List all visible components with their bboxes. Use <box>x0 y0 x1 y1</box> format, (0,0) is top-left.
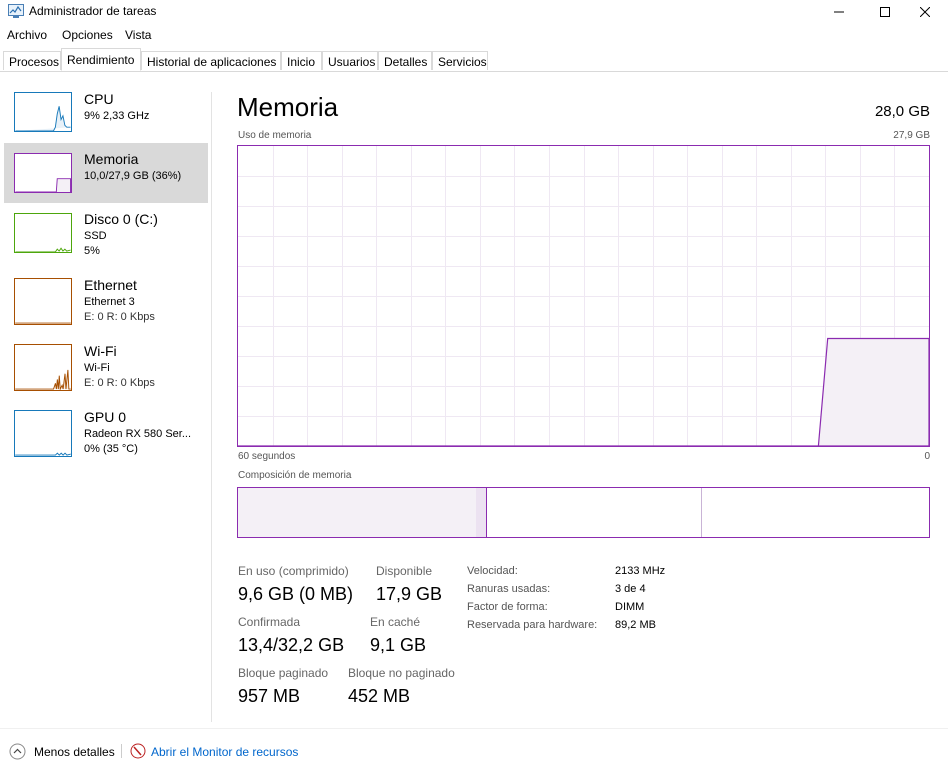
committed-value: 13,4/32,2 GB <box>238 635 345 655</box>
speed-label: Velocidad: <box>467 565 518 577</box>
sidebar-item-detail: Ethernet 3 <box>84 296 135 308</box>
tab-detalles[interactable]: Detalles <box>378 51 432 70</box>
sidebar-item-memoria[interactable]: Memoria 10,0/27,9 GB (36%) <box>4 143 208 203</box>
minimize-button[interactable] <box>816 0 862 24</box>
tab-rendimiento[interactable]: Rendimiento <box>61 48 141 71</box>
sidebar-item-label: GPU 0 <box>84 409 127 425</box>
cached-label: En caché <box>370 615 421 629</box>
wifi-thumbnail <box>14 344 72 391</box>
sidebar-item-ethernet[interactable]: Ethernet Ethernet 3 E: 0 R: 0 Kbps <box>4 271 208 331</box>
time-axis-start: 60 segundos <box>238 451 296 462</box>
time-axis-end: 0 <box>924 451 930 462</box>
tab-historial[interactable]: Historial de aplicaciones <box>141 51 281 70</box>
sidebar-item-detail: 5% <box>84 245 100 257</box>
committed-label: Confirmada <box>238 615 301 629</box>
composition-in-use <box>238 488 477 537</box>
task-manager-icon <box>8 4 24 18</box>
form-factor-label: Factor de forma: <box>467 601 548 613</box>
sidebar-item-detail: E: 0 R: 0 Kbps <box>84 377 155 389</box>
cached-value: 9,1 GB <box>370 635 427 655</box>
sidebar-item-label: Wi-Fi <box>84 343 117 359</box>
form-factor-value: DIMM <box>615 601 645 613</box>
gpu-thumbnail <box>14 410 72 457</box>
window-title: Administrador de tareas <box>29 4 157 18</box>
tab-servicios[interactable]: Servicios <box>432 51 488 70</box>
disk-thumbnail <box>14 213 72 253</box>
close-button[interactable] <box>902 0 948 24</box>
memory-thumbnail <box>14 153 72 193</box>
speed-value: 2133 MHz <box>615 565 666 577</box>
panel-divider[interactable] <box>211 92 212 722</box>
sidebar-item-label: Ethernet <box>84 277 137 293</box>
sidebar-item-detail: E: 0 R: 0 Kbps <box>84 311 155 323</box>
cpu-thumbnail <box>14 92 72 132</box>
footer-separator <box>121 744 122 758</box>
composition-modified <box>476 488 487 537</box>
maximize-icon <box>880 7 890 17</box>
page-title: Memoria <box>237 92 339 122</box>
menu-opciones[interactable]: Opciones <box>62 28 113 42</box>
in-use-label: En uso (comprimido) <box>238 564 349 578</box>
menu-vista[interactable]: Vista <box>125 28 151 42</box>
graph-max-label: 27,9 GB <box>893 130 930 141</box>
chevron-up-icon[interactable] <box>9 743 26 765</box>
open-resource-monitor-link[interactable]: Abrir el Monitor de recursos <box>151 745 298 759</box>
memory-usage-chart <box>237 145 930 447</box>
menu-bar: Archivo Opciones Vista <box>0 26 948 46</box>
total-memory: 28,0 GB <box>874 103 930 120</box>
tab-usuarios[interactable]: Usuarios <box>322 51 378 70</box>
less-details-button[interactable]: Menos detalles <box>34 745 115 759</box>
tab-inicio[interactable]: Inicio <box>281 51 322 70</box>
close-icon <box>920 7 930 17</box>
in-use-value: 9,6 GB (0 MB) <box>238 584 354 604</box>
sidebar-item-label: Disco 0 (C:) <box>84 211 158 227</box>
graph-label: Uso de memoria <box>238 130 312 141</box>
resource-monitor-icon <box>130 743 146 764</box>
composition-standby <box>487 488 702 537</box>
composition-free <box>702 488 929 537</box>
available-value: 17,9 GB <box>376 584 443 604</box>
nonpaged-pool-value: 452 MB <box>348 686 411 706</box>
ethernet-thumbnail <box>14 278 72 325</box>
slots-label: Ranuras usadas: <box>467 583 551 595</box>
sidebar-item-detail: 0% (35 °C) <box>84 443 138 455</box>
nonpaged-pool-label: Bloque no paginado <box>348 666 455 680</box>
composition-label: Composición de memoria <box>238 470 352 481</box>
tab-strip: Procesos Rendimiento Historial de aplica… <box>0 46 948 72</box>
sidebar-item-detail: 9% 2,33 GHz <box>84 110 150 122</box>
minimize-icon <box>834 11 844 13</box>
sidebar-item-detail: 10,0/27,9 GB (36%) <box>84 170 182 182</box>
tab-procesos[interactable]: Procesos <box>3 51 61 70</box>
sidebar-item-detail: Wi-Fi <box>84 362 110 374</box>
available-label: Disponible <box>376 564 433 578</box>
paged-pool-value: 957 MB <box>238 686 301 706</box>
sidebar-item-detail: Radeon RX 580 Ser... <box>84 428 192 440</box>
title-bar: Administrador de tareas <box>0 0 948 24</box>
paged-pool-label: Bloque paginado <box>238 666 329 680</box>
sidebar-item-disco[interactable]: Disco 0 (C:) SSD 5% <box>4 205 208 265</box>
menu-archivo[interactable]: Archivo <box>7 28 47 42</box>
sidebar-item-label: Memoria <box>84 151 139 167</box>
sidebar-item-gpu[interactable]: GPU 0 Radeon RX 580 Ser... 0% (35 °C) <box>4 403 208 463</box>
resource-list: CPU 9% 2,33 GHz Memoria 10,0/27,9 GB (36… <box>0 72 212 722</box>
hardware-reserved-value: 89,2 MB <box>615 619 656 631</box>
footer-divider <box>0 728 948 729</box>
sidebar-item-detail: SSD <box>84 230 107 242</box>
memory-usage-svg <box>238 146 929 446</box>
hardware-reserved-label: Reservada para hardware: <box>467 619 598 631</box>
sidebar-item-wifi[interactable]: Wi-Fi Wi-Fi E: 0 R: 0 Kbps <box>4 337 208 397</box>
memory-composition-bar <box>237 487 930 538</box>
sidebar-item-label: CPU <box>84 91 114 107</box>
sidebar-item-cpu[interactable]: CPU 9% 2,33 GHz <box>4 84 208 144</box>
slots-value: 3 de 4 <box>615 583 646 595</box>
